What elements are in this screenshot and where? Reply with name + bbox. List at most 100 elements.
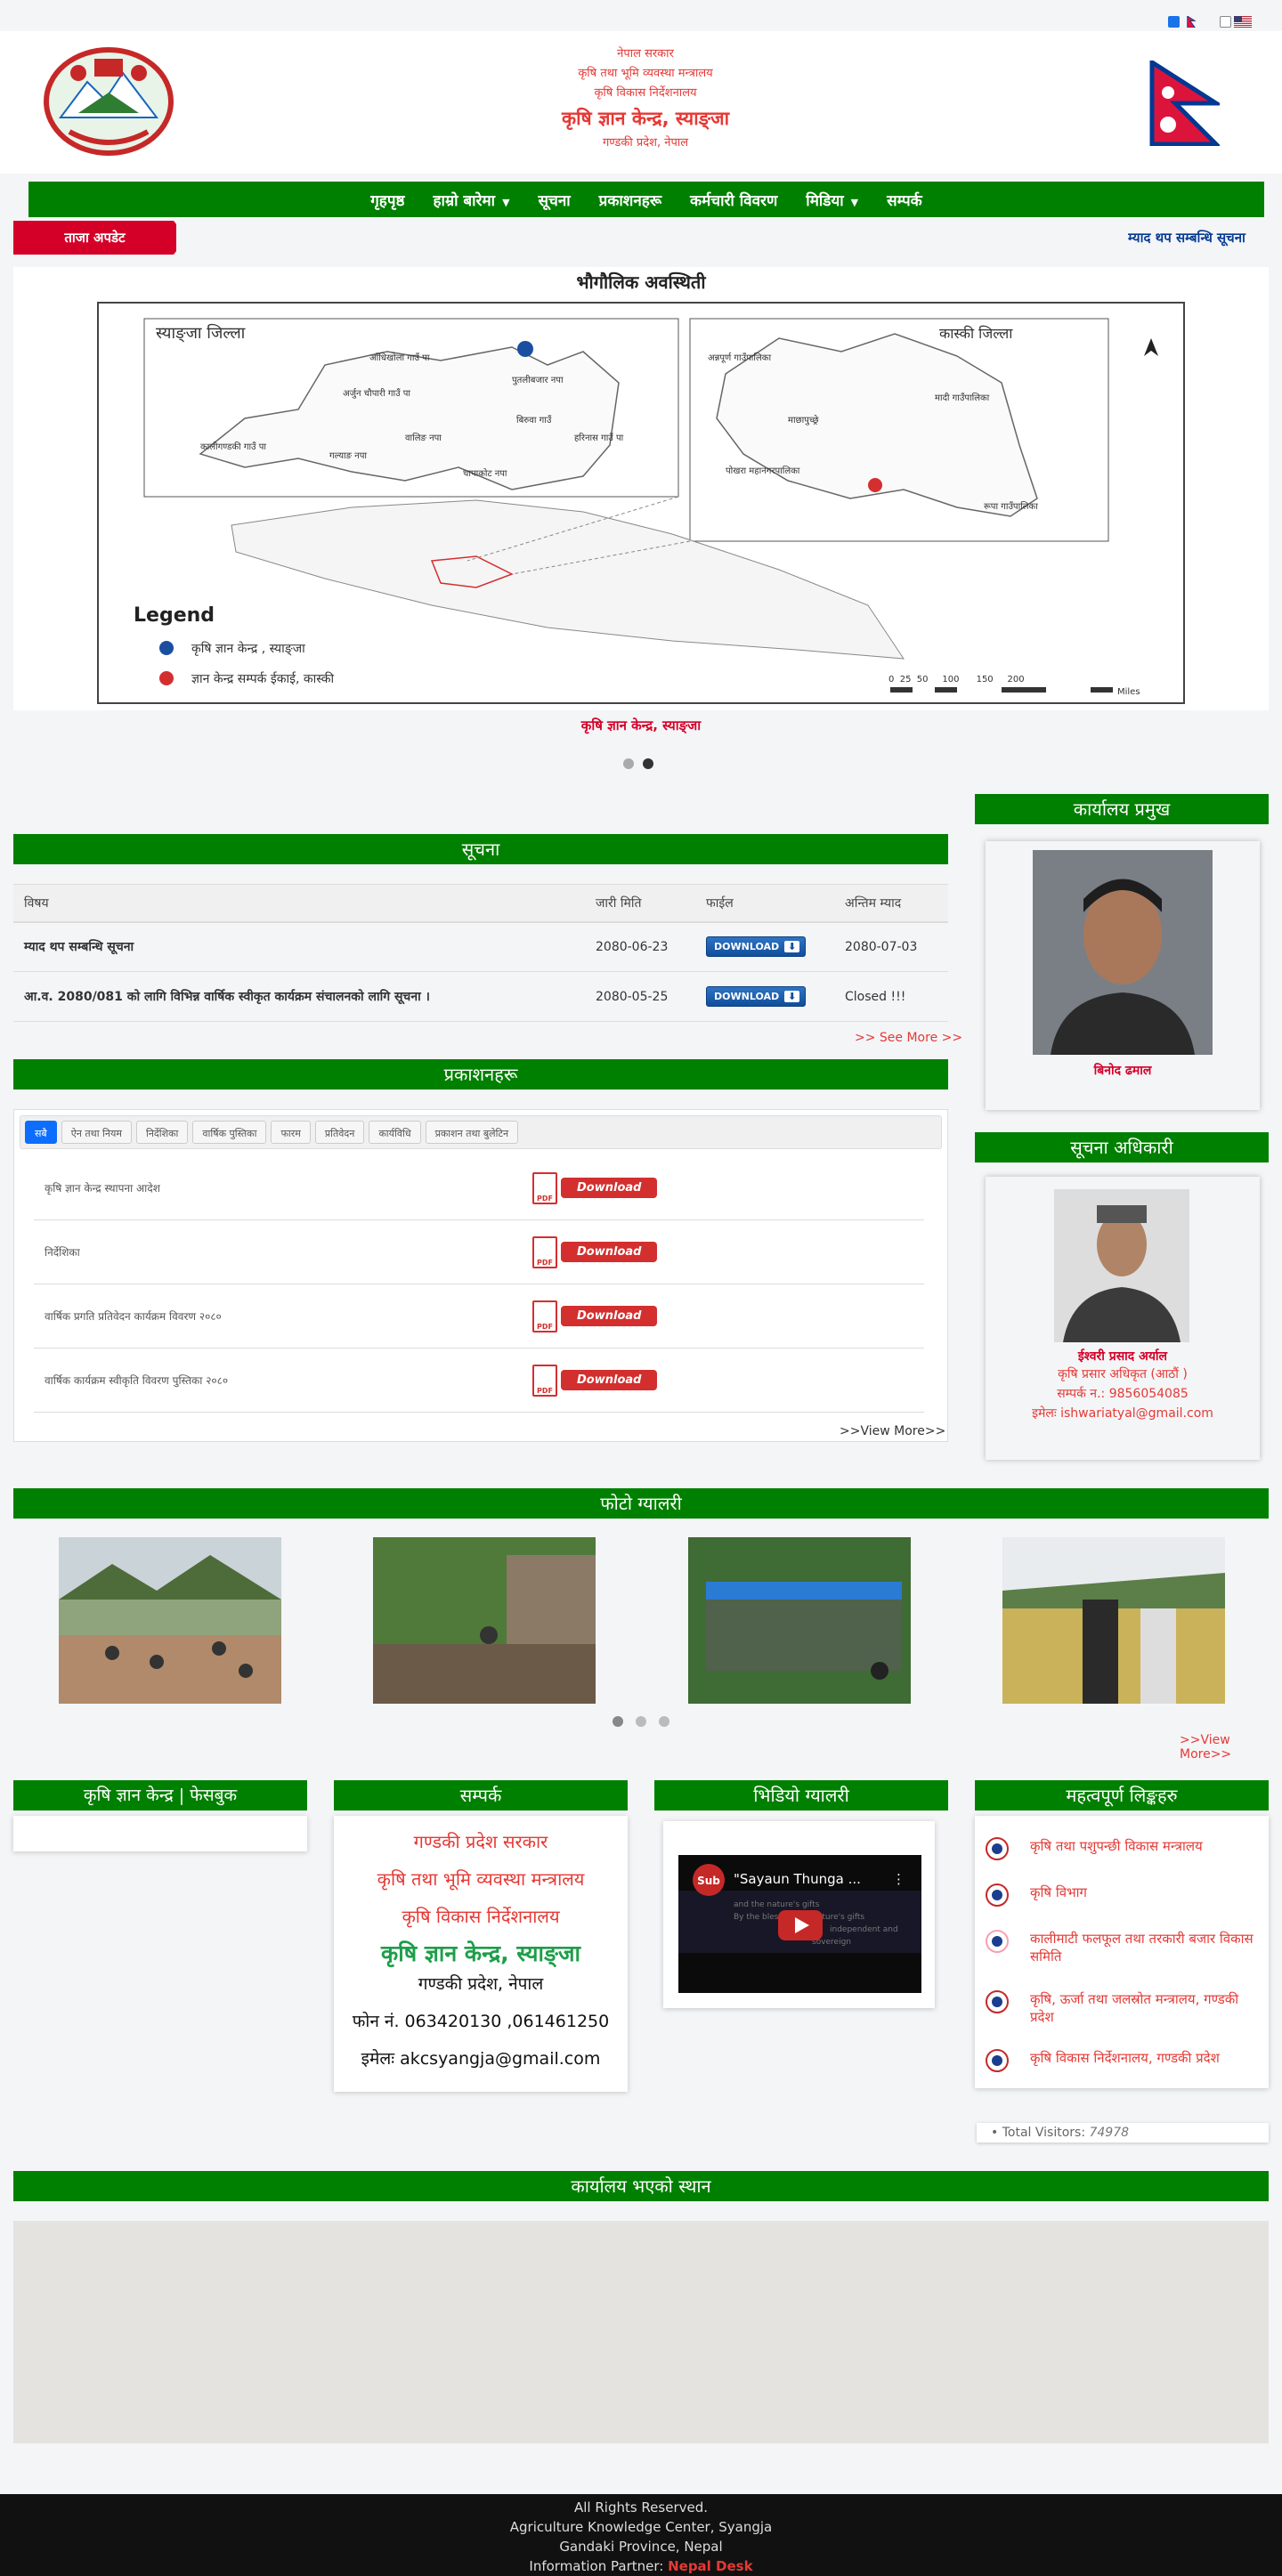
english-checkbox[interactable] (1220, 16, 1231, 28)
download-button[interactable]: Download (561, 1370, 658, 1390)
nav-about-label: हाम्रो बारेमा (433, 191, 496, 210)
notice-date: 2080-06-23 (585, 921, 695, 972)
publication-tabs: सबै ऐन तथा नियम निर्देशिका वार्षिक पुस्त… (20, 1115, 942, 1149)
nav-publications[interactable]: प्रकाशनहरू (599, 190, 661, 210)
place-label: आँधिखोला गाउँ पा (369, 352, 430, 363)
nav-staff[interactable]: कर्मचारी विवरण (690, 190, 777, 210)
tab-acts[interactable]: ऐन तथा नियम (61, 1121, 132, 1144)
link-label: कृषि विभाग (1030, 1884, 1087, 1900)
important-link[interactable]: कृषि विभाग (975, 1883, 1269, 1907)
tab-all[interactable]: सबै (25, 1121, 57, 1144)
publication-title: वार्षिक कार्यक्रम स्वीकृति विवरण पुस्तिक… (45, 1374, 229, 1387)
ticker-label: ताजा अपडेट (13, 221, 176, 255)
notice-subject[interactable]: म्याद थप सम्बन्धि सूचना (13, 921, 585, 972)
kaski-label: कास्की जिल्ला (939, 325, 1013, 342)
see-more-link[interactable]: >> See More >> (855, 1031, 962, 1045)
notice-file: DOWNLOAD ⬇ (695, 921, 834, 972)
contact-line: गण्डकी प्रदेश, नेपाल (418, 1974, 544, 1994)
footer-org: Agriculture Knowledge Center, Syangja (509, 2519, 773, 2535)
info-officer-email[interactable]: इमेलः ishwariatyal@gmail.com (986, 1404, 1260, 1423)
place-label: वालिङ नपा (405, 433, 442, 443)
notice-subject[interactable]: आ.व. 2080/081 को लागि विभिन्न वार्षिक स्… (13, 971, 585, 1022)
directorate-line: कृषि विकास निर्देशनालय (594, 86, 697, 100)
download-button[interactable]: DOWNLOAD ⬇ (706, 986, 806, 1007)
contact-line: कृषि विकास निर्देशनालय (402, 1906, 560, 1927)
image-slider[interactable]: भौगौलिक अवस्थिती स्याङ्जा जिल्ला आँधिखोल… (13, 267, 1269, 710)
gallery-dot[interactable] (636, 1716, 646, 1727)
english-toggle[interactable] (1220, 12, 1252, 29)
nepali-toggle[interactable] (1168, 12, 1200, 29)
gallery-photo[interactable] (373, 1537, 596, 1704)
nav-media-label: मिडिया (806, 191, 844, 210)
info-officer-heading: सूचना अधिकारी (975, 1132, 1269, 1162)
gallery-dot[interactable] (659, 1716, 669, 1727)
gallery-view-more-link[interactable]: >>View More>> (1180, 1733, 1282, 1762)
nepal-emblem-icon (986, 1837, 1009, 1860)
us-flag-icon (1234, 16, 1252, 28)
important-link[interactable]: कृषि, ऊर्जा तथा जलस्रोत मन्त्रालय, गण्डक… (975, 1990, 1269, 2026)
download-button[interactable]: Download (561, 1306, 658, 1326)
nepali-checkbox[interactable] (1168, 16, 1180, 28)
nav-notices[interactable]: सूचना (539, 190, 571, 210)
nepal-emblem-logo[interactable] (43, 46, 174, 157)
publications-view-more-link[interactable]: >>View More>> (840, 1424, 945, 1438)
gallery-dot-active[interactable] (613, 1716, 623, 1727)
ministry-line: कृषि तथा भूमि व्यवस्था मन्त्रालय (578, 67, 713, 80)
slider-dot-active[interactable] (643, 758, 653, 769)
publications-heading: प्रकाशनहरू (13, 1059, 948, 1090)
table-row: आ.व. 2080/081 को लागि विभिन्न वार्षिक स्… (13, 971, 948, 1022)
gallery-photo[interactable] (1002, 1537, 1225, 1704)
important-link[interactable]: कृषि तथा पशुपन्छी विकास मन्त्रालय (975, 1837, 1269, 1860)
gallery-photo[interactable] (688, 1537, 911, 1704)
tab-procedures[interactable]: कार्यविधि (369, 1121, 421, 1144)
video-heading: भिडियो ग्यालरी (654, 1780, 948, 1810)
download-button[interactable]: Download (561, 1178, 658, 1198)
location-map-slide: भौगौलिक अवस्थिती स्याङ्जा जिल्ला आँधिखोल… (13, 267, 1269, 710)
col-date: जारी मिति (585, 884, 695, 923)
download-button[interactable]: Download (561, 1242, 658, 1262)
tab-reports[interactable]: प्रतिवेदन (314, 1121, 365, 1144)
scale-label: 0 25 50 100 150 200 (888, 675, 1025, 685)
important-link[interactable]: कृषि विकास निर्देशनालय, गण्डकी प्रदेश (975, 2049, 1269, 2072)
nav-contact[interactable]: सम्पर्क (887, 190, 922, 210)
tab-annual[interactable]: वार्षिक पुस्तिका (192, 1121, 267, 1144)
notice-date: 2080-05-25 (585, 971, 695, 1022)
gallery-photo[interactable] (59, 1537, 281, 1704)
chevron-down-icon: ▼ (850, 196, 859, 208)
office-location-map[interactable] (13, 2221, 1269, 2443)
tab-bulletins[interactable]: प्रकाशन तथा बुलेटिन (425, 1121, 519, 1144)
office-head-name: बिनोद ढमाल (1093, 1064, 1152, 1078)
nepal-flag-image (1149, 61, 1220, 146)
district-label: स्याङ्जा जिल्ला (156, 323, 246, 343)
nav-home[interactable]: गृहपृष्ठ (370, 190, 404, 210)
ticker-item[interactable]: म्याद थप सम्बन्धि सूचना (1128, 229, 1269, 247)
market-logo-icon (986, 1930, 1009, 1953)
publication-title: कृषि ज्ञान केन्द्र स्थापना आदेश (45, 1182, 160, 1195)
contact-email[interactable]: इमेलः akcsyangja@gmail.com (334, 2040, 628, 2078)
facebook-widget[interactable] (13, 1816, 307, 1851)
nav-about[interactable]: हाम्रो बारेमा ▼ (434, 190, 510, 210)
gallery-heading: फोटो ग्यालरी (13, 1488, 1269, 1519)
info-officer-post: कृषि प्रसार अधिकृत (आठौं ) (1058, 1367, 1188, 1381)
nav-media[interactable]: मिडिया ▼ (806, 190, 858, 210)
visitor-label: Total Visitors: (1002, 2126, 1086, 2140)
slider-dot[interactable] (623, 758, 634, 769)
place-label: चापाकोट नपा (463, 468, 507, 479)
legend-title: Legend (134, 604, 215, 627)
info-officer-phone: सम्पर्क न.: 9856054085 (1057, 1387, 1189, 1401)
important-link[interactable]: कालीमाटी फलफूल तथा तरकारी बजार विकास समि… (975, 1930, 1269, 1965)
info-officer-name: ईश्वरी प्रसाद अर्याल (1077, 1349, 1168, 1364)
download-arrow-icon: ⬇ (784, 991, 800, 1002)
tab-guidelines[interactable]: निर्देशिका (135, 1121, 189, 1144)
place-label: कालीगण्डकी गाउँ पा (200, 441, 266, 452)
notice-deadline: 2080-07-03 (834, 921, 948, 972)
footer-partner-link[interactable]: Nepal Desk (668, 2558, 752, 2574)
info-officer-photo (1054, 1189, 1189, 1342)
video-player[interactable]: Sub "Sayaun Thunga ... ⋮ and the nature'… (678, 1855, 921, 1993)
download-button[interactable]: DOWNLOAD ⬇ (706, 936, 806, 958)
miles-label: Miles (1117, 687, 1140, 697)
place-label: अन्नपूर्ण गाउँपालिका (708, 352, 771, 363)
info-officer-card: ईश्वरी प्रसाद अर्याल कृषि प्रसार अधिकृत … (986, 1177, 1260, 1460)
tab-forms[interactable]: फारम (271, 1121, 311, 1144)
notice-heading: सूचना (13, 834, 948, 864)
